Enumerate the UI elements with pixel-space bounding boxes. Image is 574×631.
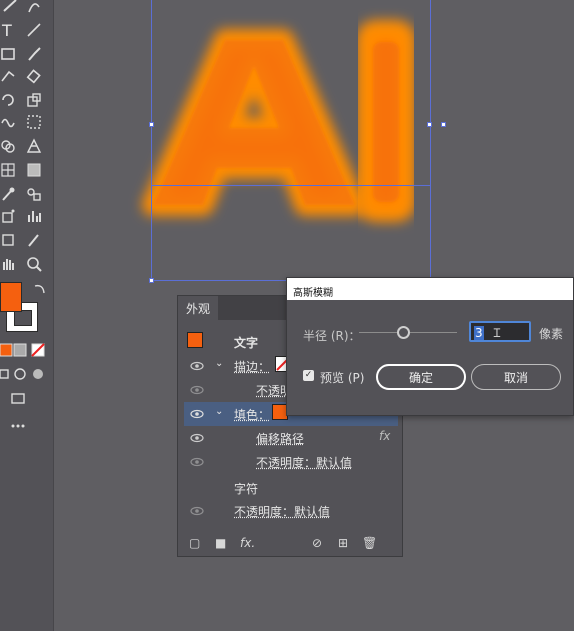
object-type-label: 文字 xyxy=(234,336,259,350)
rotate-handle[interactable] xyxy=(441,122,446,127)
selection-bounding-box[interactable] xyxy=(151,0,431,281)
paintbrush-tool-icon[interactable] xyxy=(24,44,44,64)
characters-label[interactable]: 字符 xyxy=(234,480,258,497)
gaussian-blur-dialog: 高斯模糊 半径 (R)： 3Ɪ 像素 ✓ 预览 (P) 确定 取消 xyxy=(286,277,574,416)
panel-footer: ▢ ■ fx. ⊘ ⊞ 🗑 xyxy=(178,530,402,556)
draw-inside-icon[interactable] xyxy=(28,364,48,384)
delete-item-icon[interactable]: 🗑 xyxy=(362,536,377,550)
text-cursor-icon: Ɪ xyxy=(493,326,501,340)
selection-handle-right[interactable] xyxy=(427,122,432,127)
type-tool-icon[interactable]: T xyxy=(0,20,18,40)
selection-handle-bottom-left[interactable] xyxy=(149,278,154,283)
selection-handle-left[interactable] xyxy=(149,122,154,127)
expand-chevron-icon[interactable]: ⌄ xyxy=(215,406,223,417)
shaper-tool-icon[interactable] xyxy=(0,66,18,86)
eraser-tool-icon[interactable] xyxy=(24,66,44,86)
visibility-eye-icon[interactable] xyxy=(190,506,204,516)
free-transform-icon[interactable] xyxy=(24,112,44,132)
radius-label: 半径 (R)： xyxy=(303,329,361,343)
svg-text:T: T xyxy=(1,21,12,39)
gradient-tool-icon[interactable] xyxy=(24,160,44,180)
visibility-eye-icon[interactable] xyxy=(190,409,204,419)
text-baseline xyxy=(151,185,431,186)
add-stroke-icon[interactable]: ▢ xyxy=(189,536,200,550)
stroke-label[interactable]: 描边： xyxy=(234,358,270,375)
duplicate-item-icon[interactable]: ⊞ xyxy=(338,536,348,550)
more-tools-icon[interactable] xyxy=(8,416,28,436)
ok-button[interactable]: 确定 xyxy=(376,364,466,390)
mesh-tool-icon[interactable] xyxy=(0,160,18,180)
object-opacity-label[interactable]: 不透明度：默认值 xyxy=(234,503,330,520)
unit-label: 像素 xyxy=(539,327,564,341)
fill-opacity-label[interactable]: 不透明度：默认值 xyxy=(256,454,352,471)
scale-tool-icon[interactable] xyxy=(24,90,44,110)
blend-tool-icon[interactable] xyxy=(24,184,44,204)
add-effect-icon[interactable]: fx. xyxy=(240,536,255,550)
line-tool-icon[interactable] xyxy=(24,20,44,40)
rectangle-tool-icon[interactable] xyxy=(0,44,18,64)
zoom-tool-icon[interactable] xyxy=(24,254,44,274)
touch-type-icon[interactable] xyxy=(0,0,20,16)
tools-panel: T xyxy=(0,0,54,631)
dialog-title: 高斯模糊 xyxy=(287,278,573,300)
screen-mode-icon[interactable] xyxy=(8,388,28,408)
clear-appearance-icon[interactable]: ⊘ xyxy=(312,536,322,550)
fx-icon[interactable]: fx xyxy=(379,429,390,443)
visibility-eye-icon[interactable] xyxy=(190,457,204,467)
draw-behind-icon[interactable] xyxy=(10,364,30,384)
tab-appearance[interactable]: 外观 xyxy=(178,296,219,320)
radius-input[interactable]: 3Ɪ xyxy=(469,321,531,342)
cancel-button[interactable]: 取消 xyxy=(471,364,561,390)
curvature-icon[interactable] xyxy=(24,0,44,16)
shape-builder-icon[interactable] xyxy=(0,136,18,156)
gradient-mode-icon[interactable] xyxy=(10,340,30,360)
eyedropper-tool-icon[interactable] xyxy=(0,184,18,204)
preview-checkbox[interactable]: ✓ xyxy=(303,370,314,381)
add-fill-icon[interactable]: ■ xyxy=(215,536,226,550)
fill-swatch[interactable] xyxy=(0,282,22,312)
expand-chevron-icon[interactable]: ⌄ xyxy=(215,358,223,369)
artboard-tool-icon[interactable] xyxy=(0,230,18,250)
radius-slider-thumb[interactable] xyxy=(397,326,410,339)
fill-label[interactable]: 填色： xyxy=(234,406,270,423)
column-graph-icon[interactable] xyxy=(24,206,44,226)
visibility-eye-icon[interactable] xyxy=(190,385,204,395)
object-thumbnail xyxy=(187,332,203,348)
warp-tool-icon[interactable] xyxy=(0,112,18,132)
symbol-sprayer-icon[interactable] xyxy=(0,206,18,226)
hand-tool-icon[interactable] xyxy=(0,254,18,274)
rotate-tool-icon[interactable] xyxy=(0,90,18,110)
slice-tool-icon[interactable] xyxy=(24,230,44,250)
perspective-grid-icon[interactable] xyxy=(24,136,44,156)
offset-path-effect[interactable]: 偏移路径 xyxy=(256,430,304,447)
preview-label[interactable]: 预览 (P) xyxy=(320,369,364,386)
none-mode-icon[interactable] xyxy=(28,340,48,360)
visibility-eye-icon[interactable] xyxy=(190,361,204,371)
swap-fill-stroke-icon[interactable] xyxy=(30,279,50,299)
visibility-eye-icon[interactable] xyxy=(190,433,204,443)
